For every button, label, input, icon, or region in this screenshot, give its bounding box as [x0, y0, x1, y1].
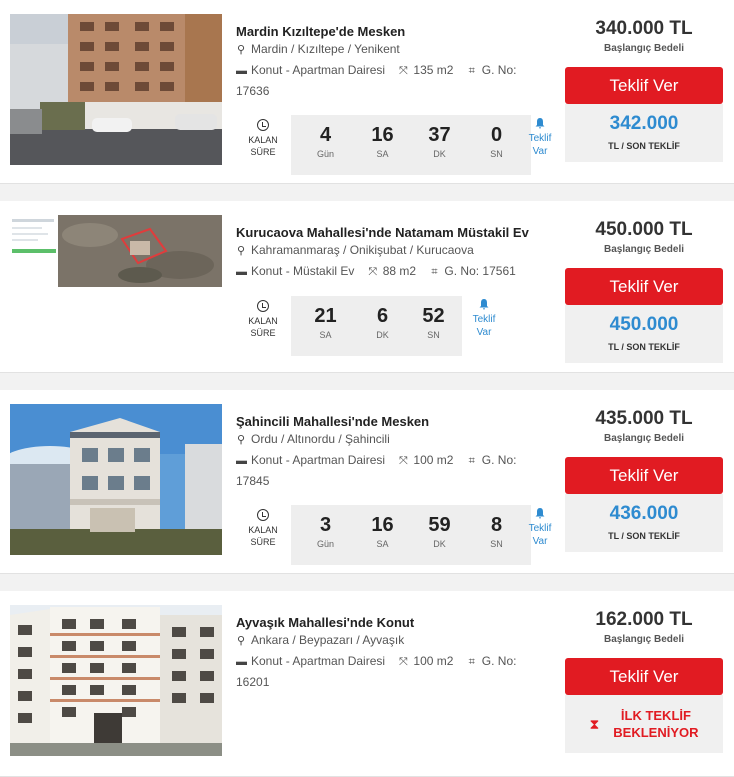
countdown: KALAN SÜRE 21 SA 6 DK 52 SN Teklif Var — [236, 296, 566, 356]
listing-meta: ▬ Konut - Apartman Dairesi ⤧ 100 m2 ⌗ G. No… — [236, 651, 536, 692]
parcel-icon: ⌗ — [431, 266, 438, 278]
countdown-unit: 37 DK — [428, 124, 451, 159]
property-type: Konut - Apartman Dairesi — [251, 63, 386, 77]
parcel-icon: ⌗ — [468, 656, 475, 668]
building-icon: ▬ — [236, 65, 247, 77]
listing-card[interactable]: Mardin Kızıltepe'de Mesken ⚲ Mardin / Kız… — [0, 0, 734, 184]
countdown-box: 21 SA 6 DK 52 SN — [291, 296, 462, 356]
countdown-unit: 4 Gün — [316, 124, 334, 159]
start-price: 162.000 TL Başlangıç Bedeli — [595, 609, 693, 645]
location-text: Kahramanmaraş / Onikişubat / Kurucaova — [251, 243, 474, 257]
countdown-box: 4 Gün 16 SA 37 DK 0 SN — [291, 115, 531, 175]
countdown: KALAN SÜRE 3 Gün 16 SA 59 DK 8 SN Teklif Var — [236, 505, 566, 565]
bell-icon — [535, 508, 545, 519]
last-bid-box: 436.000 TL / SON TEKLİF — [565, 494, 723, 552]
last-bid-box: 342.000 TL / SON TEKLİF — [565, 104, 723, 162]
listing-title[interactable]: Kurucaova Mahallesi'nde Natamam Müstakil… — [236, 225, 529, 240]
parcel-icon: ⌗ — [468, 65, 475, 77]
area-arrows-icon: ⤧ — [399, 65, 408, 77]
location-text: Mardin / Kızıltepe / Yenikent — [251, 42, 400, 56]
listing-card[interactable]: Kurucaova Mahallesi'nde Natamam Müstakil… — [0, 201, 734, 373]
listing-meta: ▬ Konut - Apartman Dairesi ⤧ 135 m2 ⌗ G. No… — [236, 60, 536, 101]
start-price: 435.000 TL Başlangıç Bedeli — [595, 408, 693, 444]
remaining-time-label: KALAN SÜRE — [236, 300, 290, 339]
bid-exists-indicator: Teklif Var — [520, 117, 560, 158]
area-arrows-icon: ⤧ — [399, 656, 408, 668]
listing-location: ⚲ Kahramanmaraş / Onikişubat / Kurucaova — [236, 243, 474, 257]
countdown-unit: 3 Gün — [316, 514, 334, 549]
awaiting-first-bid: ⧗ İLK TEKLİF BEKLENİYOR — [565, 695, 723, 753]
bid-button[interactable]: Teklif Ver — [565, 67, 723, 104]
property-type: Konut - Müstakil Ev — [251, 264, 355, 278]
countdown-box: 3 Gün 16 SA 59 DK 8 SN — [291, 505, 531, 565]
listing-photo[interactable] — [10, 605, 222, 756]
countdown-unit: 0 SN — [490, 124, 503, 159]
parcel-icon: ⌗ — [468, 455, 475, 467]
listing-meta: ▬ Konut - Müstakil Ev ⤧ 88 m2 ⌗ G. No: 1756… — [236, 261, 536, 282]
countdown-unit: 52 SN — [422, 305, 445, 340]
listing-card[interactable]: Şahincili Mahallesi'nde Mesken ⚲ Ordu / A… — [0, 390, 734, 574]
building-icon: ▬ — [236, 656, 247, 668]
start-price: 450.000 TL Başlangıç Bedeli — [595, 219, 693, 255]
listing-location: ⚲ Mardin / Kızıltepe / Yenikent — [236, 42, 400, 56]
parcel-number: G. No: 17561 — [444, 264, 516, 278]
clock-icon — [257, 300, 269, 312]
listing-photo[interactable] — [10, 404, 222, 555]
bid-exists-indicator: Teklif Var — [520, 507, 560, 548]
remaining-time-label: KALAN SÜRE — [236, 119, 290, 158]
listing-location: ⚲ Ordu / Altınordu / Şahincili — [236, 432, 390, 446]
listing-title[interactable]: Mardin Kızıltepe'de Mesken — [236, 24, 405, 39]
listing-photo[interactable] — [10, 215, 222, 287]
property-type: Konut - Apartman Dairesi — [251, 654, 386, 668]
clock-icon — [257, 509, 269, 521]
listing-location: ⚲ Ankara / Beypazarı / Ayvaşık — [236, 633, 404, 647]
location-text: Ankara / Beypazarı / Ayvaşık — [251, 633, 405, 647]
listing-meta: ▬ Konut - Apartman Dairesi ⤧ 100 m2 ⌗ G. No… — [236, 450, 536, 491]
start-price: 340.000 TL Başlangıç Bedeli — [595, 18, 693, 54]
bell-icon — [479, 299, 489, 310]
clock-icon — [257, 119, 269, 131]
countdown-unit: 8 SN — [490, 514, 503, 549]
countdown: KALAN SÜRE 4 Gün 16 SA 37 DK 0 SN Teklif Var — [236, 115, 566, 175]
property-type: Konut - Apartman Dairesi — [251, 453, 386, 467]
remaining-time-label: KALAN SÜRE — [236, 509, 290, 548]
bid-button[interactable]: Teklif Ver — [565, 457, 723, 494]
listing-card[interactable]: Ayvaşık Mahallesi'nde Konut ⚲ Ankara / Be… — [0, 591, 734, 777]
location-text: Ordu / Altınordu / Şahincili — [251, 432, 390, 446]
listing-title[interactable]: Ayvaşık Mahallesi'nde Konut — [236, 615, 414, 630]
countdown-unit: 16 SA — [371, 124, 394, 159]
bid-button[interactable]: Teklif Ver — [565, 658, 723, 695]
countdown-unit: 59 DK — [428, 514, 451, 549]
last-bid-box: 450.000 TL / SON TEKLİF — [565, 305, 723, 363]
property-area: 135 m2 — [413, 63, 454, 77]
area-arrows-icon: ⤧ — [368, 266, 378, 278]
area-arrows-icon: ⤧ — [399, 455, 408, 467]
listing-title[interactable]: Şahincili Mahallesi'nde Mesken — [236, 414, 429, 429]
bid-button[interactable]: Teklif Ver — [565, 268, 723, 305]
listing-photo[interactable] — [10, 14, 222, 165]
map-marker-icon: ⚲ — [236, 44, 246, 56]
property-area: 100 m2 — [413, 453, 454, 467]
map-marker-icon: ⚲ — [236, 245, 246, 257]
property-area: 88 m2 — [382, 264, 417, 278]
bid-exists-indicator: Teklif Var — [464, 298, 504, 339]
countdown-unit: 16 SA — [371, 514, 394, 549]
listing-list: Mardin Kızıltepe'de Mesken ⚲ Mardin / Kız… — [0, 0, 734, 777]
countdown-unit: 21 SA — [314, 305, 337, 340]
building-icon: ▬ — [236, 266, 247, 278]
map-marker-icon: ⚲ — [236, 635, 246, 647]
countdown-unit: 6 DK — [376, 305, 389, 340]
building-icon: ▬ — [236, 455, 247, 467]
property-area: 100 m2 — [413, 654, 454, 668]
hourglass-icon: ⧗ — [589, 715, 600, 732]
bell-icon — [535, 118, 545, 129]
map-marker-icon: ⚲ — [236, 434, 246, 446]
